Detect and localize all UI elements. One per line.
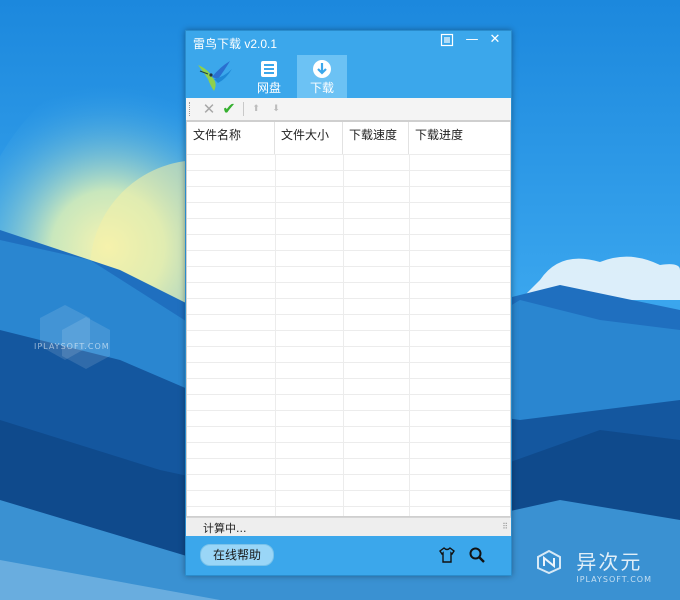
minimize-button[interactable]: —	[461, 32, 483, 48]
tab-netdisk[interactable]: 网盘	[244, 55, 294, 98]
tab-netdisk-label: 网盘	[256, 81, 281, 95]
window-title: 雷鸟下载 v2.0.1	[193, 37, 278, 51]
table-row[interactable]	[187, 490, 510, 507]
move-down-button[interactable]: ⬇	[269, 100, 283, 118]
brand-name-en: IPLAYSOFT.COM	[576, 575, 652, 584]
table-row[interactable]	[187, 426, 510, 443]
search-icon	[469, 547, 485, 563]
online-help-button[interactable]: 在线帮助	[200, 544, 274, 566]
table-row[interactable]	[187, 506, 510, 516]
search-button[interactable]	[468, 546, 486, 564]
skin-icon	[440, 33, 454, 47]
table-row[interactable]	[187, 250, 510, 267]
toolbar-divider	[243, 102, 244, 116]
toolbar-grip[interactable]	[189, 102, 193, 116]
hex-logo-icon	[537, 550, 561, 574]
tab-download[interactable]: 下载	[297, 55, 347, 98]
hummingbird-logo-icon	[198, 61, 232, 91]
table-row[interactable]	[187, 154, 510, 171]
table-row[interactable]	[187, 218, 510, 235]
background-watermark: IPLAYSOFT.COM	[34, 342, 110, 351]
skin-button[interactable]	[436, 32, 458, 48]
table-row[interactable]	[187, 298, 510, 315]
table-row[interactable]	[187, 186, 510, 203]
table-row[interactable]	[187, 266, 510, 283]
app-window: 雷鸟下载 v2.0.1 — ✕ 网盘 下载 ✕ ✔ ⬆ ⬇ 文件名称 文件大小 …	[185, 30, 512, 576]
column-header-progress[interactable]: 下载进度	[409, 122, 510, 154]
table-row[interactable]	[187, 378, 510, 395]
title-bar[interactable]: 雷鸟下载 v2.0.1 — ✕	[186, 31, 511, 53]
action-toolbar: ✕ ✔ ⬆ ⬇	[186, 98, 511, 121]
tshirt-icon	[439, 547, 455, 563]
table-row[interactable]	[187, 346, 510, 363]
table-row[interactable]	[187, 234, 510, 251]
table-row[interactable]	[187, 474, 510, 491]
brand-text: 异次元 IPLAYSOFT.COM	[576, 546, 652, 584]
table-body	[187, 154, 510, 516]
table-row[interactable]	[187, 202, 510, 219]
close-button[interactable]: ✕	[484, 32, 506, 48]
column-header-filesize[interactable]: 文件大小	[275, 122, 343, 154]
table-row[interactable]	[187, 282, 510, 299]
column-header-speed[interactable]: 下载速度	[343, 122, 409, 154]
table-row[interactable]	[187, 442, 510, 459]
start-task-button[interactable]: ✔	[220, 100, 238, 118]
table-row[interactable]	[187, 314, 510, 331]
table-row[interactable]	[187, 410, 510, 427]
bottom-bar: 在线帮助	[186, 536, 511, 575]
table-row[interactable]	[187, 330, 510, 347]
table-row[interactable]	[187, 170, 510, 187]
column-header-filename[interactable]: 文件名称	[187, 122, 275, 154]
status-text: 计算中...	[203, 522, 247, 535]
netdisk-icon	[261, 61, 277, 77]
status-bar: 计算中... ⠿	[186, 517, 511, 536]
main-toolbar: 网盘 下载	[186, 53, 511, 98]
brand-name-cn: 异次元	[576, 550, 643, 574]
move-up-button[interactable]: ⬆	[249, 100, 263, 118]
table-row[interactable]	[187, 394, 510, 411]
download-list-table[interactable]: 文件名称 文件大小 下载速度 下载进度	[186, 121, 511, 517]
table-header: 文件名称 文件大小 下载速度 下载进度	[187, 122, 510, 154]
skin-shirt-button[interactable]	[438, 546, 456, 564]
resize-grip[interactable]: ⠿	[502, 522, 508, 531]
download-icon	[313, 60, 331, 78]
delete-task-button[interactable]: ✕	[200, 100, 218, 118]
table-row[interactable]	[187, 458, 510, 475]
table-row[interactable]	[187, 362, 510, 379]
tab-download-label: 下载	[309, 81, 334, 95]
